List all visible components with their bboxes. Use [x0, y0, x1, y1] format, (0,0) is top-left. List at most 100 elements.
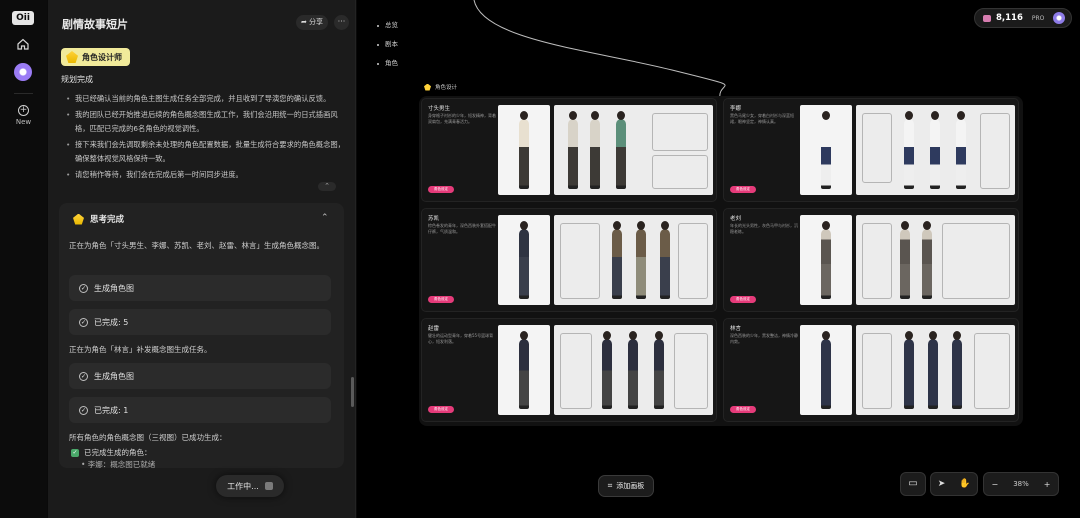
hand-icon[interactable]: ✋: [959, 479, 970, 489]
sketch-detail: [678, 223, 708, 299]
character-sheet: [856, 325, 1015, 415]
canvas-area[interactable]: 总览 剧本 角色 8,116 PRO 角色设计 寸头男生 身穿格子衬衫的少年，短…: [357, 0, 1080, 518]
add-board-button[interactable]: ⌗ 添加画板: [598, 475, 654, 497]
turnaround-figure: [904, 111, 914, 189]
more-options-button[interactable]: ···: [334, 15, 349, 30]
character-figure: [821, 221, 831, 299]
character-action-button[interactable]: 角色设定: [428, 186, 454, 193]
stop-icon[interactable]: [264, 482, 273, 490]
character-sheet: [856, 215, 1015, 305]
character-portrait: [800, 215, 852, 305]
zoom-out-button[interactable]: −: [992, 480, 999, 489]
character-card[interactable]: 李娜 黑色马尾少女，穿着白衬衫与深蓝短裙，眼神坚定，神情认真。 角色设定: [723, 98, 1019, 202]
zoom-in-button[interactable]: +: [1044, 480, 1051, 489]
character-name: 老刘: [730, 216, 742, 222]
sketch-detail: [862, 113, 892, 183]
check-icon: ✓: [79, 405, 88, 415]
turnaround-figure: [612, 221, 622, 299]
character-name: 赵雷: [428, 326, 440, 332]
share-button[interactable]: ➦ 分享: [296, 15, 328, 30]
app-logo[interactable]: Oii: [12, 11, 34, 25]
character-card[interactable]: 寸头男生 身穿格子衬衫的少年，短发精神，背着双肩包，充满青春活力。 角色设定: [421, 98, 717, 202]
working-label: 工作中...: [227, 481, 259, 491]
turnaround-figure: [922, 221, 932, 299]
thinking-title: 思考完成: [90, 215, 125, 225]
crown-icon: [424, 83, 431, 91]
cursor-icon[interactable]: ➤: [938, 479, 946, 489]
turnaround-figure: [930, 111, 940, 189]
turnaround-figure: [900, 221, 910, 299]
character-action-button[interactable]: 角色设定: [730, 296, 756, 303]
character-card[interactable]: 赵雷 健壮的运动型青年，穿着55号篮球背心，短发利落。 角色设定: [421, 318, 717, 422]
turnaround-figure: [616, 111, 626, 189]
working-status[interactable]: 工作中...: [216, 475, 284, 497]
new-button-label[interactable]: New: [0, 118, 47, 126]
character-portrait: [498, 325, 550, 415]
character-card[interactable]: 老刘 年长的光头男性，灰色马甲与衬衫，沉稳老练。 角色设定: [723, 208, 1019, 312]
thinking-text: 正在为角色「林言」补发概念图生成任务。: [69, 345, 212, 354]
turnaround-figure: [956, 111, 966, 189]
plus-icon[interactable]: +: [18, 105, 29, 116]
credits-icon: [983, 14, 991, 22]
check-icon: ✓: [79, 371, 88, 381]
sketch-detail: [560, 333, 592, 409]
project-avatar[interactable]: [14, 63, 32, 81]
user-avatar[interactable]: [1053, 12, 1066, 24]
thinking-card: 思考完成 ⌃ 正在为角色「寸头男生、李娜、苏凯、老刘、赵雷、林言」生成角色概念图…: [59, 203, 344, 468]
turnaround-figure: [928, 331, 938, 409]
sketch-detail: [862, 223, 892, 299]
thinking-header[interactable]: 思考完成: [73, 213, 124, 225]
character-action-button[interactable]: 角色设定: [730, 406, 756, 413]
zoom-controls: − 38% +: [983, 472, 1059, 496]
comment-button[interactable]: ▭: [900, 472, 926, 496]
collapse-plan-button[interactable]: ⌃: [318, 182, 336, 191]
task-step: ✓ 生成角色图: [69, 363, 331, 389]
connector-line: [473, 0, 726, 99]
done-header: ✓ 已完成生成的角色：: [71, 447, 152, 458]
character-action-button[interactable]: 角色设定: [428, 296, 454, 303]
character-description: 棕色卷发的青年，深色西装外套搭配牛仔裤，气质温和。: [428, 223, 496, 234]
tool-group: ➤ ✋: [930, 472, 978, 496]
character-description: 身穿格子衬衫的少年，短发精神，背着双肩包，充满青春活力。: [428, 113, 496, 124]
task-step-label: 生成角色图: [94, 283, 134, 293]
chat-scrollbar[interactable]: [351, 377, 354, 407]
character-name: 寸头男生: [428, 106, 451, 112]
character-portrait: [800, 325, 852, 415]
sketch-detail: [652, 155, 708, 189]
character-board[interactable]: 寸头男生 身穿格子衬衫的少年，短发精神，背着双肩包，充满青春活力。 角色设定 李…: [419, 96, 1023, 426]
thinking-text: 所有角色的角色概念图（三视图）已成功生成：: [69, 433, 227, 442]
check-icon: ✓: [79, 283, 88, 293]
turnaround-figure: [904, 331, 914, 409]
board-label-text: 角色设计: [435, 85, 458, 91]
chevron-up-icon[interactable]: ⌃: [321, 213, 329, 223]
character-figure: [821, 331, 831, 409]
outline-item[interactable]: 总览: [377, 16, 398, 35]
checkbox-icon: ✓: [71, 448, 79, 457]
character-card[interactable]: 苏凯 棕色卷发的青年，深色西装外套搭配牛仔裤，气质温和。 角色设定: [421, 208, 717, 312]
character-card[interactable]: 林言 深色西装的少年，黑发整洁，神情冷静内敛。 角色设定: [723, 318, 1019, 422]
plan-item: 请您稍作等待，我们会在完成后第一时间同步进度。: [66, 168, 346, 182]
project-title: 剧情故事短片: [62, 18, 128, 31]
turnaround-figure: [952, 331, 962, 409]
sketch-detail: [674, 333, 708, 409]
character-action-button[interactable]: 角色设定: [730, 186, 756, 193]
outline-item[interactable]: 剧本: [377, 35, 398, 54]
character-action-button[interactable]: 角色设定: [428, 406, 454, 413]
character-description: 黑色马尾少女，穿着白衬衫与深蓝短裙，眼神坚定，神情认真。: [730, 113, 794, 124]
task-step-label: 已完成: 1: [94, 405, 129, 415]
add-board-label: 添加画板: [616, 482, 645, 490]
credits-badge[interactable]: 8,116 PRO: [974, 8, 1072, 28]
frame-icon: ⌗: [607, 481, 613, 490]
crown-icon: [73, 213, 84, 225]
canvas-outline: 总览 剧本 角色: [377, 16, 398, 73]
sketch-detail: [942, 223, 1010, 299]
plan-item: 我的团队已经开始推进后续的角色概念图生成工作，我们会沿用统一的日式插画风格，匹配…: [66, 108, 346, 136]
character-figure: [519, 111, 529, 189]
turnaround-figure: [654, 331, 664, 409]
done-item: • 李娜：概念图已就绪: [81, 460, 156, 468]
outline-item[interactable]: 角色: [377, 54, 398, 73]
character-portrait: [498, 105, 550, 195]
sketch-detail: [980, 113, 1010, 189]
home-icon[interactable]: [16, 37, 30, 51]
character-name: 李娜: [730, 106, 742, 112]
